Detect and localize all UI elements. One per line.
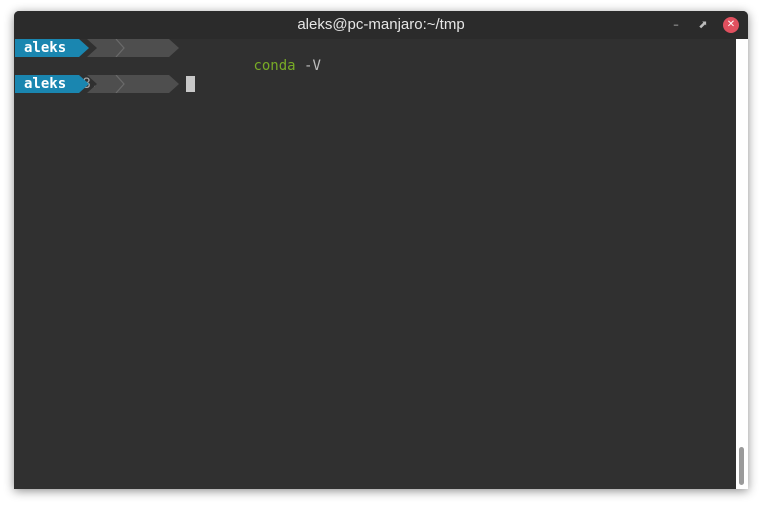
command-name: conda <box>253 58 296 74</box>
vertical-scrollbar[interactable] <box>736 39 748 489</box>
prompt-home: ~ <box>97 58 106 74</box>
prompt-line: aleks ~ tmp <box>15 75 195 93</box>
window-title: aleks@pc-manjaro:~/tmp <box>297 16 465 33</box>
chevron-right-icon <box>115 75 125 93</box>
command-text: conda -V <box>186 39 321 93</box>
prompt-dir-segment: ~ tmp <box>87 39 179 57</box>
output-line: conda 4.8.3 <box>15 57 108 92</box>
text-cursor <box>186 76 195 92</box>
prompt-line: aleks ~ tmp conda -V <box>15 39 321 74</box>
prompt-cwd: tmp <box>132 130 158 146</box>
maximize-icon[interactable]: ⬈ <box>695 17 711 33</box>
chevron-right-icon <box>115 39 125 57</box>
minimize-icon[interactable]: – <box>668 17 684 33</box>
prompt-cwd: tmp <box>132 94 158 110</box>
terminal-area[interactable]: aleks ~ tmp conda -V conda 4.8.3 aleks ~ <box>14 39 736 489</box>
command-args: -V <box>295 58 321 74</box>
prompt-user-segment: aleks <box>15 75 89 93</box>
prompt-home: ~ <box>97 94 106 110</box>
title-bar[interactable]: aleks@pc-manjaro:~/tmp – ⬈ ✕ <box>14 11 748 39</box>
prompt-user-segment: aleks <box>15 39 89 57</box>
scrollbar-thumb[interactable] <box>739 447 744 485</box>
prompt-dir-segment: ~ tmp <box>87 75 179 93</box>
close-icon[interactable]: ✕ <box>723 17 739 33</box>
terminal-window: aleks@pc-manjaro:~/tmp – ⬈ ✕ aleks ~ tmp… <box>14 11 748 489</box>
